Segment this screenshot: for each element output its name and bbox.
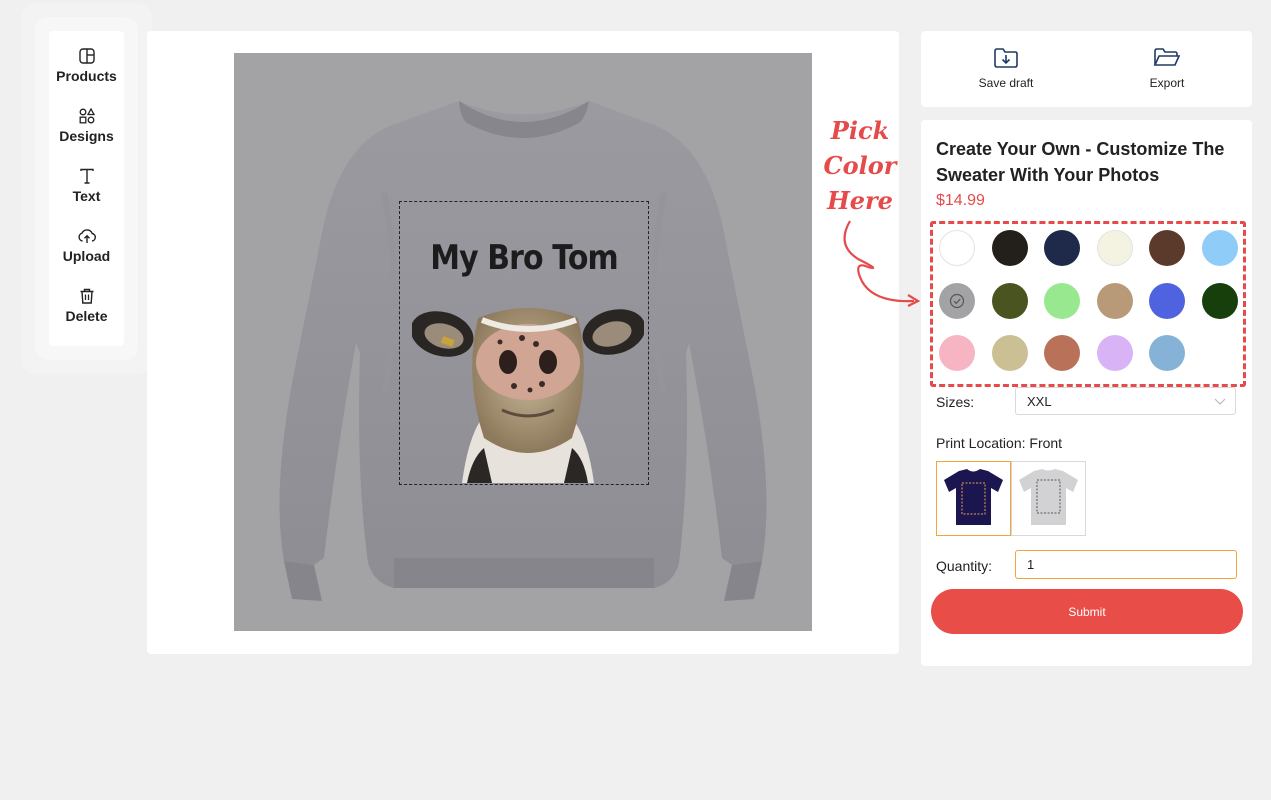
color-swatch[interactable] — [1149, 335, 1185, 371]
color-swatch[interactable] — [991, 335, 1028, 371]
color-swatch[interactable] — [1044, 282, 1080, 319]
color-swatch[interactable] — [939, 335, 975, 371]
cow-image[interactable] — [412, 298, 644, 483]
delete-button[interactable]: Delete — [49, 287, 124, 324]
color-swatch[interactable] — [939, 230, 975, 266]
upload-button[interactable]: Upload — [49, 227, 124, 264]
text-button[interactable]: Text — [49, 167, 124, 204]
products-label: Products — [56, 68, 117, 84]
print-location-front[interactable] — [936, 461, 1011, 536]
color-swatch[interactable] — [1044, 230, 1080, 266]
toolbar: Products Designs Text Upload Delete — [49, 31, 124, 346]
product-preview[interactable]: My Bro Tom — [234, 53, 812, 631]
product-options-panel: Create Your Own - Customize The Sweater … — [921, 120, 1252, 666]
color-swatch[interactable] — [991, 230, 1028, 266]
designs-button[interactable]: Designs — [49, 107, 124, 144]
save-draft-label: Save draft — [978, 76, 1034, 90]
upload-icon — [77, 229, 96, 243]
design-area[interactable]: My Bro Tom — [399, 201, 649, 485]
front-tshirt-icon — [944, 469, 1003, 525]
upload-label: Upload — [62, 248, 111, 264]
design-canvas: My Bro Tom — [147, 31, 899, 654]
color-swatch[interactable] — [939, 282, 975, 319]
annotation-arrow-icon — [843, 220, 921, 307]
color-swatch[interactable] — [1096, 335, 1133, 371]
quantity-input[interactable] — [1015, 550, 1237, 579]
back-tshirt-icon — [1019, 469, 1078, 525]
delete-label: Delete — [65, 308, 108, 324]
print-location-label: Print Location: Front — [936, 435, 1063, 451]
text-label: Text — [72, 188, 101, 204]
color-swatch[interactable] — [1044, 335, 1080, 371]
delete-icon — [80, 288, 93, 304]
submit-button[interactable]: Submit — [931, 589, 1243, 634]
text-icon — [79, 168, 94, 184]
color-swatch[interactable] — [1201, 230, 1238, 266]
save-draft-button[interactable]: Save draft — [946, 47, 1066, 90]
selected-check-icon — [949, 293, 965, 308]
annotation-line-2: Color — [823, 151, 897, 180]
annotation-line-3: Here — [827, 186, 893, 215]
color-swatch[interactable] — [1149, 282, 1185, 319]
sizes-label: Sizes: — [936, 394, 975, 410]
color-swatch[interactable] — [1149, 230, 1185, 266]
color-picker — [930, 221, 1246, 387]
export-button[interactable]: Export — [1107, 47, 1227, 90]
size-select[interactable]: XXL — [1015, 387, 1236, 415]
color-swatch[interactable] — [1096, 282, 1133, 319]
pick-color-annotation: Pick Color Here — [818, 113, 902, 218]
color-swatch[interactable] — [1096, 230, 1133, 266]
chevron-down-icon — [1214, 398, 1226, 405]
export-folder-icon — [1153, 48, 1181, 66]
print-location-back[interactable] — [1011, 461, 1086, 536]
design-text[interactable]: My Bro Tom — [415, 238, 633, 278]
designs-icon — [79, 107, 95, 124]
products-button[interactable]: Products — [49, 47, 124, 84]
color-swatch[interactable] — [1201, 282, 1238, 319]
quantity-label: Quantity: — [936, 558, 993, 574]
annotation-line-1: Pick — [830, 116, 890, 145]
save-draft-icon — [994, 48, 1018, 68]
designs-label: Designs — [59, 128, 114, 144]
product-title: Create Your Own - Customize The Sweater … — [936, 139, 1225, 185]
products-icon — [78, 48, 95, 64]
actions-bar: Save draft Export — [921, 31, 1252, 107]
size-value: XXL — [1027, 394, 1052, 409]
export-label: Export — [1149, 76, 1185, 90]
color-swatch[interactable] — [991, 282, 1028, 319]
product-price: $14.99 — [936, 192, 985, 209]
